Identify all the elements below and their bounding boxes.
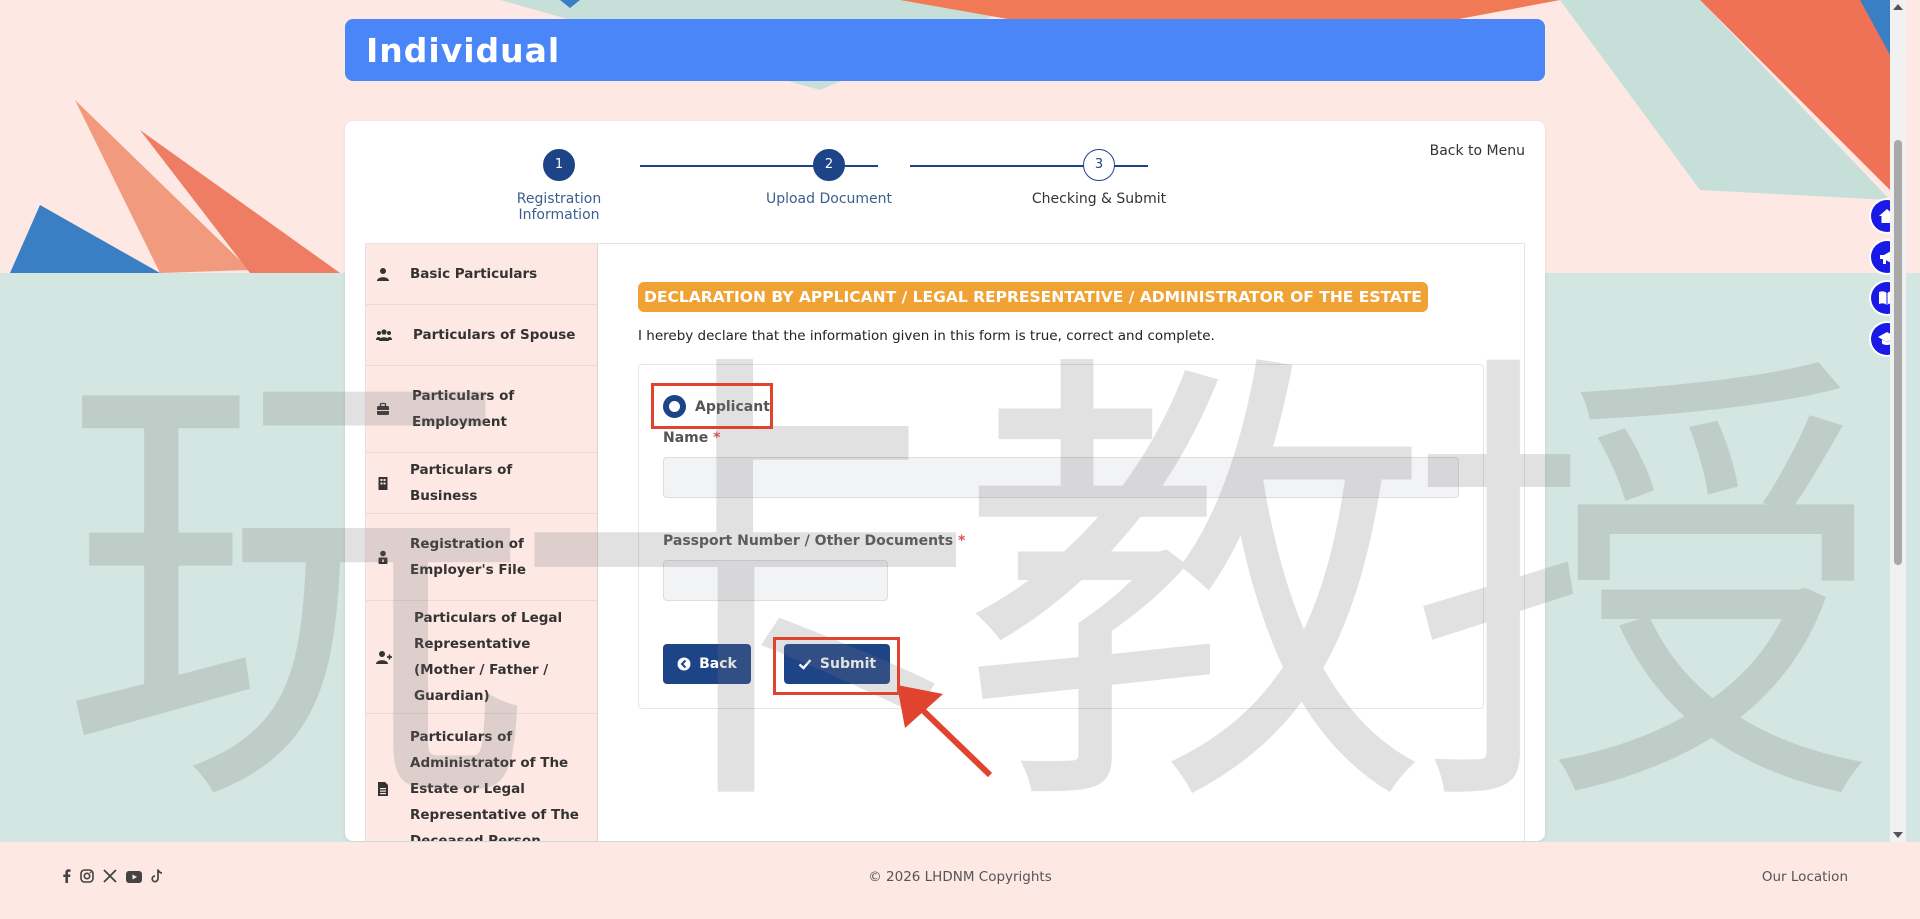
sidebar-item-label: Registration of Employer's File (410, 536, 526, 578)
declaration-title: DECLARATION BY APPLICANT / LEGAL REPRESE… (638, 282, 1428, 312)
sidebar-item-administrator-estate[interactable]: Particulars of Administrator of The Esta… (366, 714, 597, 841)
scroll-down-arrow[interactable] (1893, 832, 1903, 838)
annotation-box-applicant (651, 383, 773, 429)
step-1-label: Registration Information (516, 191, 602, 223)
back-button-label: Back (699, 656, 737, 672)
user-plus-icon (376, 651, 392, 664)
building-icon (378, 477, 388, 490)
users-icon (376, 329, 392, 341)
user-icon (377, 268, 389, 281)
user-lock-icon (378, 550, 388, 564)
declaration-section: DECLARATION BY APPLICANT / LEGAL REPRESE… (598, 244, 1524, 841)
sidebar-item-employment[interactable]: Particulars of Employment (366, 366, 597, 453)
sidebar-item-label: Basic Particulars (410, 266, 538, 282)
scroll-thumb[interactable] (1894, 140, 1902, 565)
briefcase-icon (377, 402, 389, 415)
back-to-menu-link[interactable]: Back to Menu (1430, 143, 1525, 159)
sidebar-item-business[interactable]: Particulars of Business (366, 453, 597, 514)
sidebar-item-label: Particulars of Administrator of The Esta… (410, 729, 579, 841)
annotation-box-submit (773, 637, 900, 695)
passport-input[interactable] (663, 560, 888, 601)
passport-label-text: Passport Number / Other Documents (663, 533, 954, 549)
step-2-number: 2 (813, 149, 845, 181)
page-title: Individual (366, 31, 561, 70)
name-field-label: Name * (663, 430, 720, 446)
page-scrollbar[interactable] (1890, 0, 1906, 842)
passport-field-label: Passport Number / Other Documents * (663, 533, 965, 549)
sidebar-item-label: Particulars of Employment (412, 388, 515, 430)
step-2-label: Upload Document (765, 191, 893, 207)
step-3-number: 3 (1083, 149, 1115, 181)
page-footer: © 2026 LHDNM Copyrights Our Location (0, 842, 1920, 919)
sidebar-item-basic-particulars[interactable]: Basic Particulars (366, 244, 597, 305)
sidebar-item-label: Particulars of Business (410, 462, 513, 504)
circle-arrow-left-icon (677, 657, 691, 671)
progress-stepper: 1 Registration Information 2 Upload Docu… (445, 149, 1166, 223)
step-3-label: Checking & Submit (1031, 191, 1167, 207)
required-mark: * (957, 533, 966, 549)
sidebar-item-label: Particulars of Legal Representative (Mot… (414, 610, 563, 704)
sidebar-item-label: Particulars of Spouse (413, 327, 576, 343)
declaration-text: I hereby declare that the information gi… (638, 328, 1215, 344)
scroll-up-arrow[interactable] (1893, 4, 1903, 10)
step-3: 3 Checking & Submit (1019, 149, 1179, 207)
sidebar-item-employer-file[interactable]: Registration of Employer's File (366, 514, 597, 601)
required-mark: * (713, 430, 721, 446)
name-input[interactable] (663, 457, 1459, 498)
step-1: 1 Registration Information (479, 149, 639, 223)
sidebar-item-spouse[interactable]: Particulars of Spouse (366, 305, 597, 366)
file-icon (378, 781, 388, 796)
our-location-link[interactable]: Our Location (1762, 869, 1848, 885)
step-2: 2 Upload Document (749, 149, 909, 207)
page-header-banner: Individual (345, 19, 1545, 81)
section-sidebar: Basic Particulars Particulars of Spouse … (366, 244, 598, 841)
name-label-text: Name (663, 430, 709, 446)
annotation-arrow (897, 685, 993, 778)
back-button[interactable]: Back (663, 644, 751, 684)
sidebar-item-legal-representative[interactable]: Particulars of Legal Representative (Mot… (366, 601, 597, 714)
copyright-text: © 2026 LHDNM Copyrights (868, 869, 1052, 885)
step-1-number: 1 (543, 149, 575, 181)
